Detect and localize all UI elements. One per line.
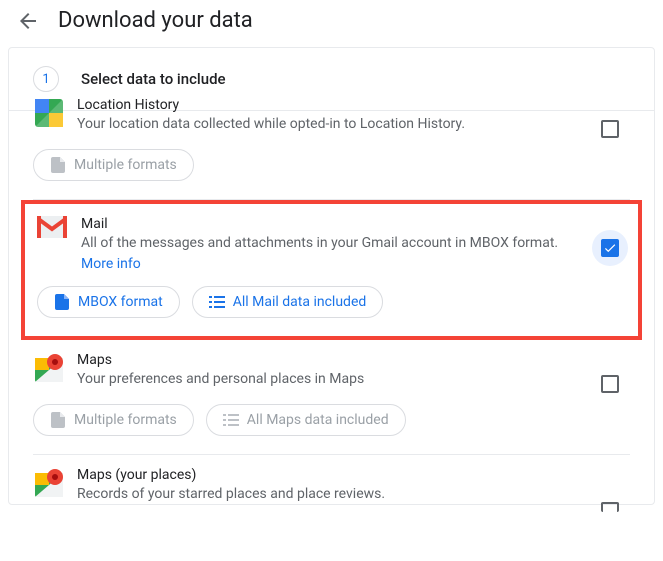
file-icon xyxy=(50,412,66,428)
maps-checkbox[interactable] xyxy=(601,375,619,393)
service-desc: Your location data collected while opted… xyxy=(77,115,582,135)
mail-checkbox[interactable] xyxy=(601,239,619,257)
checkbox-container xyxy=(592,366,628,402)
data-selection-card: 1 Select data to include Location Histor… xyxy=(8,47,655,505)
list-icon xyxy=(209,294,225,310)
format-chip-maps[interactable]: Multiple formats xyxy=(33,404,194,436)
back-button[interactable] xyxy=(16,9,40,33)
step-title: Select data to include xyxy=(81,70,226,88)
service-desc: Your preferences and personal places in … xyxy=(77,370,582,390)
data-chip-maps[interactable]: All Maps data included xyxy=(206,404,406,436)
gmail-icon xyxy=(37,216,69,248)
maps-icon xyxy=(33,352,65,384)
file-icon xyxy=(50,157,66,173)
chip-label: Multiple formats xyxy=(74,412,177,428)
checkbox-container xyxy=(592,111,628,147)
location-history-checkbox[interactable] xyxy=(601,120,619,138)
file-icon xyxy=(54,294,70,310)
chip-label: All Mail data included xyxy=(233,294,367,310)
step-number: 1 xyxy=(33,66,59,92)
service-name: Location History xyxy=(77,97,582,113)
service-desc: Records of your starred places and place… xyxy=(77,485,582,505)
service-location-history: Location History Your location data coll… xyxy=(33,97,630,200)
service-mail: Mail All of the messages and attachments… xyxy=(21,200,642,341)
check-icon xyxy=(603,241,617,255)
service-desc: All of the messages and attachments in y… xyxy=(81,234,578,254)
checkbox-container xyxy=(592,489,628,525)
page-header: Download your data xyxy=(0,0,663,47)
page-title: Download your data xyxy=(58,8,253,33)
arrow-left-icon xyxy=(16,9,40,33)
list-icon xyxy=(223,412,239,428)
service-name: Mail xyxy=(81,216,578,232)
service-list: Location History Your location data coll… xyxy=(9,97,654,504)
checkbox-container xyxy=(592,230,628,266)
chip-label: Multiple formats xyxy=(74,157,177,173)
maps-places-icon xyxy=(33,467,65,499)
data-chip-mail[interactable]: All Mail data included xyxy=(192,286,384,318)
chip-label: MBOX format xyxy=(78,294,163,310)
service-maps: Maps Your preferences and personal place… xyxy=(33,340,630,455)
chip-label: All Maps data included xyxy=(247,412,389,428)
service-maps-places: Maps (your places) Records of your starr… xyxy=(33,455,630,505)
service-name: Maps (your places) xyxy=(77,467,582,483)
more-info-link[interactable]: More info xyxy=(81,256,141,272)
format-chip-location-history[interactable]: Multiple formats xyxy=(33,149,194,181)
format-chip-mail[interactable]: MBOX format xyxy=(37,286,180,318)
location-history-icon xyxy=(33,97,65,129)
maps-places-checkbox[interactable] xyxy=(601,502,619,512)
service-name: Maps xyxy=(77,352,582,368)
